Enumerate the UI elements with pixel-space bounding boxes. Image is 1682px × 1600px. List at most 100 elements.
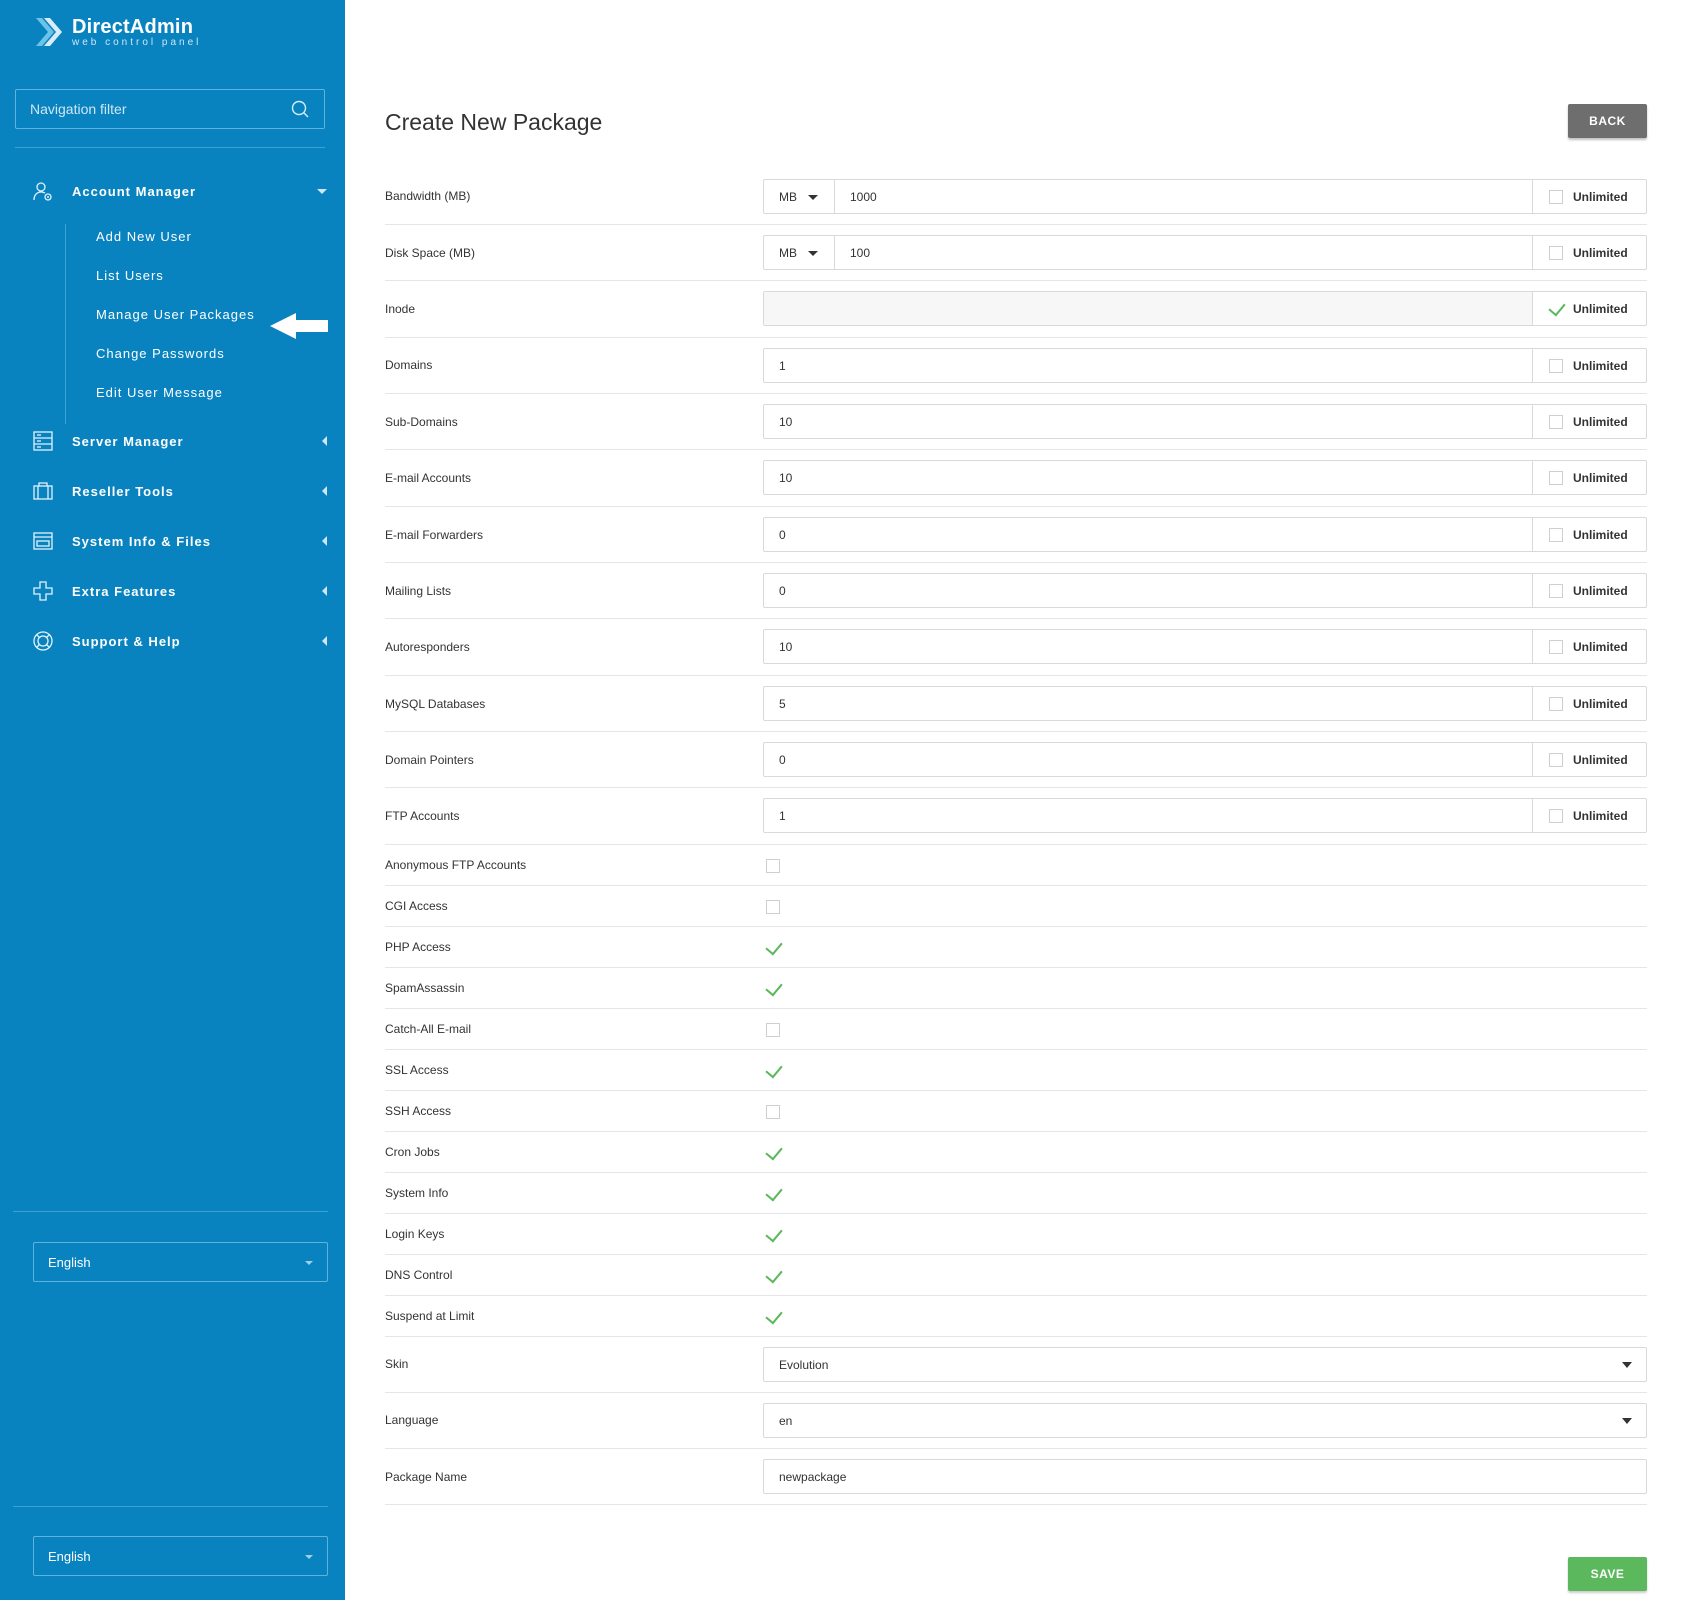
domains-unlimited-toggle[interactable]: Unlimited — [1532, 349, 1646, 382]
checkbox[interactable] — [1549, 245, 1563, 260]
form-row-email-accounts: E-mail Accounts 10 Unlimited — [385, 450, 1647, 507]
domain-pointers-unlimited-toggle[interactable]: Unlimited — [1532, 743, 1646, 776]
ftp-accounts-unlimited-toggle[interactable]: Unlimited — [1532, 799, 1646, 832]
navigation-filter[interactable] — [15, 89, 325, 129]
checkbox[interactable] — [1549, 358, 1563, 373]
ssl-access-checkbox[interactable] — [766, 1064, 780, 1078]
sidebar-section-reseller-tools[interactable]: Reseller Tools — [0, 471, 345, 511]
sidebar-item-manage-user-packages[interactable]: Manage User Packages — [96, 307, 255, 322]
checkbox[interactable] — [1549, 470, 1563, 485]
system-info-checkbox[interactable] — [766, 1187, 780, 1201]
language-select-bottom[interactable]: English — [33, 1536, 328, 1576]
spamassassin-checkbox[interactable] — [766, 982, 780, 996]
sidebar-item-add-new-user[interactable]: Add New User — [96, 229, 192, 244]
suspend-at-limit-checkbox[interactable] — [766, 1310, 780, 1324]
email-accounts-unlimited-toggle[interactable]: Unlimited — [1532, 461, 1646, 494]
disk-space-unlimited-toggle[interactable]: Unlimited — [1532, 236, 1646, 269]
package-name-input[interactable]: newpackage — [763, 1459, 1647, 1494]
catch-all-email-checkbox[interactable] — [766, 1023, 780, 1037]
checkbox[interactable] — [1549, 752, 1563, 767]
sidebar-divider — [13, 1211, 328, 1212]
checkbox[interactable] — [1549, 414, 1563, 429]
sidebar-section-system-info-files[interactable]: System Info & Files — [0, 521, 345, 561]
form-row-cgi-access: CGI Access — [385, 886, 1647, 927]
disk-space-unit-select[interactable]: MB — [764, 236, 835, 269]
unlimited-label: Unlimited — [1573, 696, 1628, 711]
checkbox[interactable] — [1549, 189, 1563, 204]
sidebar-item-list-users[interactable]: List Users — [96, 268, 164, 283]
form-row-mysql-databases: MySQL Databases 5 Unlimited — [385, 676, 1647, 732]
language-select-top[interactable]: English — [33, 1242, 328, 1282]
cron-jobs-checkbox[interactable] — [766, 1146, 780, 1160]
email-accounts-input[interactable]: 10 — [764, 461, 1532, 494]
form-row-ssl-access: SSL Access — [385, 1050, 1647, 1091]
brand-logo[interactable]: DirectAdmin web control panel — [34, 14, 201, 50]
field-label: DNS Control — [385, 1268, 453, 1282]
search-icon[interactable] — [290, 99, 310, 119]
mysql-databases-unlimited-toggle[interactable]: Unlimited — [1532, 687, 1646, 720]
mysql-databases-input[interactable]: 5 — [764, 687, 1532, 720]
dns-control-checkbox[interactable] — [766, 1269, 780, 1283]
ftp-accounts-input[interactable]: 1 — [764, 799, 1532, 832]
sub-domains-input[interactable]: 10 — [764, 405, 1532, 438]
field-label: Suspend at Limit — [385, 1309, 475, 1323]
save-button[interactable]: SAVE — [1568, 1557, 1647, 1591]
field-label: SpamAssassin — [385, 981, 465, 995]
login-keys-checkbox[interactable] — [766, 1228, 780, 1242]
domains-input[interactable]: 1 — [764, 349, 1532, 382]
form-row-domains: Domains 1 Unlimited — [385, 338, 1647, 394]
language-select[interactable]: en — [763, 1403, 1647, 1438]
inode-input[interactable] — [764, 292, 1532, 325]
mailing-lists-unlimited-toggle[interactable]: Unlimited — [1532, 574, 1646, 607]
php-access-checkbox[interactable] — [766, 941, 780, 955]
server-icon — [33, 431, 53, 451]
inode-unlimited-toggle[interactable]: Unlimited — [1532, 292, 1646, 325]
checkbox[interactable] — [1549, 639, 1563, 654]
bandwidth-unlimited-toggle[interactable]: Unlimited — [1532, 180, 1646, 213]
sidebar-section-label: Server Manager — [72, 433, 184, 449]
sub-domains-unlimited-toggle[interactable]: Unlimited — [1532, 405, 1646, 438]
field-label: SSL Access — [385, 1063, 449, 1077]
email-accounts-field: 10 Unlimited — [763, 460, 1647, 495]
field-label: Domain Pointers — [385, 753, 474, 767]
checkbox[interactable] — [1549, 583, 1563, 598]
checkbox[interactable] — [1549, 696, 1563, 711]
mailing-lists-input[interactable]: 0 — [764, 574, 1532, 607]
sidebar-section-account-manager[interactable]: Account Manager — [0, 171, 345, 211]
chevron-left-icon — [322, 486, 327, 496]
form-row-skin: Skin Evolution — [385, 1337, 1647, 1393]
cgi-access-checkbox[interactable] — [766, 900, 780, 914]
field-label: Mailing Lists — [385, 584, 452, 598]
checkbox[interactable] — [1549, 808, 1563, 823]
brand-name: DirectAdmin — [72, 15, 194, 38]
checkbox-checked[interactable] — [1549, 302, 1563, 316]
plus-icon — [33, 581, 53, 601]
back-button[interactable]: BACK — [1568, 104, 1647, 138]
checkbox[interactable] — [1549, 527, 1563, 542]
autoresponders-unlimited-toggle[interactable]: Unlimited — [1532, 630, 1646, 663]
unlimited-label: Unlimited — [1573, 301, 1628, 316]
sidebar-section-support-help[interactable]: Support & Help — [0, 621, 345, 661]
sidebar: DirectAdmin web control panel Account Ma… — [0, 0, 345, 1600]
email-forwarders-unlimited-toggle[interactable]: Unlimited — [1532, 518, 1646, 551]
field-label: Anonymous FTP Accounts — [385, 858, 527, 872]
bandwidth-input[interactable]: 1000 — [835, 180, 1532, 213]
sidebar-section-extra-features[interactable]: Extra Features — [0, 571, 345, 611]
email-forwarders-input[interactable]: 0 — [764, 518, 1532, 551]
sidebar-section-server-manager[interactable]: Server Manager — [0, 421, 345, 461]
navigation-filter-input[interactable] — [30, 101, 290, 117]
autoresponders-input[interactable]: 10 — [764, 630, 1532, 663]
field-label: Domains — [385, 358, 433, 372]
skin-select[interactable]: Evolution — [763, 1347, 1647, 1382]
anonymous-ftp-checkbox[interactable] — [766, 859, 780, 873]
sidebar-item-edit-user-message[interactable]: Edit User Message — [96, 385, 223, 400]
field-label: E-mail Forwarders — [385, 528, 484, 542]
bandwidth-unit-select[interactable]: MB — [764, 180, 835, 213]
ssh-access-checkbox[interactable] — [766, 1105, 780, 1119]
domain-pointers-input[interactable]: 0 — [764, 743, 1532, 776]
domain-pointers-field: 0 Unlimited — [763, 742, 1647, 777]
disk-space-input[interactable]: 100 — [835, 236, 1532, 269]
field-label: Language — [385, 1413, 439, 1427]
sidebar-item-change-passwords[interactable]: Change Passwords — [96, 346, 225, 361]
form-row-email-forwarders: E-mail Forwarders 0 Unlimited — [385, 507, 1647, 563]
